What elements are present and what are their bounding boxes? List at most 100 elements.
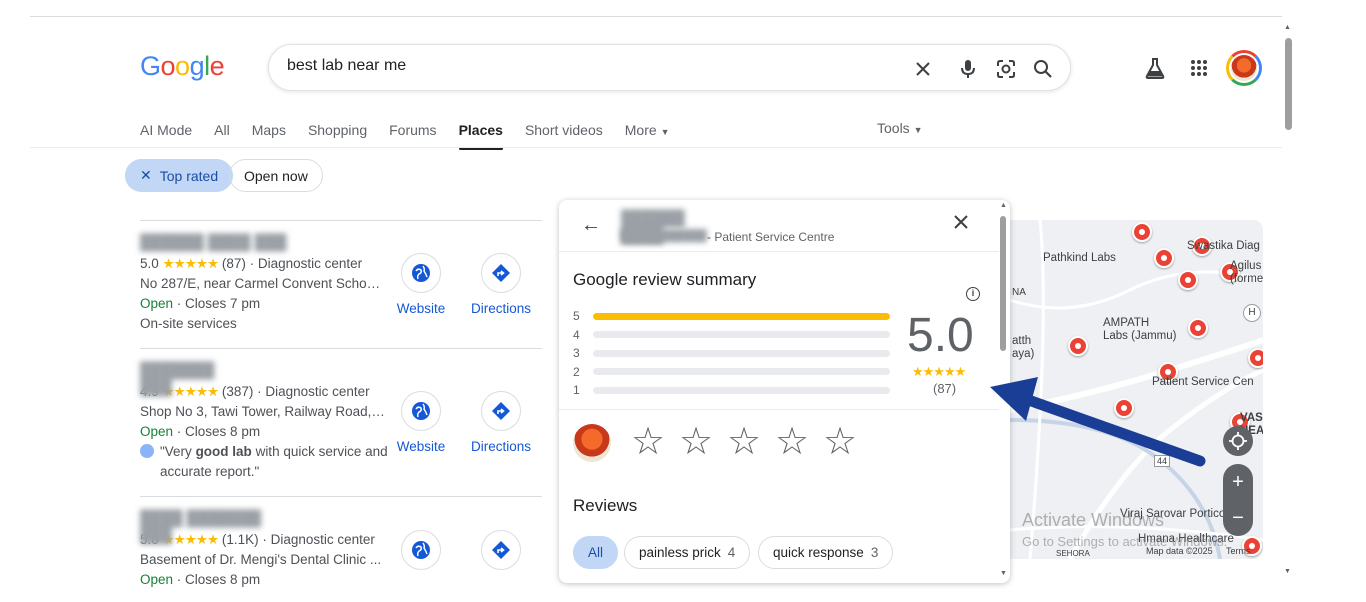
histogram-row: 4 bbox=[573, 326, 890, 345]
map-pin[interactable] bbox=[1248, 348, 1263, 368]
review-filter-quick-response[interactable]: quick response 3 bbox=[758, 536, 894, 569]
map-pin[interactable] bbox=[1132, 222, 1152, 242]
mic-icon[interactable] bbox=[956, 57, 980, 81]
activate-windows-hint: Go to Settings to activate Windows. bbox=[1022, 534, 1228, 549]
map-pin[interactable] bbox=[1154, 248, 1174, 268]
rate-star-5[interactable]: ☆ bbox=[823, 423, 857, 461]
close-icon[interactable] bbox=[953, 214, 969, 235]
rating-line: 4.9 ★★★★★ (387) · Diagnostic center bbox=[140, 384, 370, 399]
place-extra: On-site services bbox=[140, 316, 237, 331]
review-snippet-line2: accurate report." bbox=[160, 464, 260, 479]
rate-star-4[interactable]: ☆ bbox=[775, 423, 809, 461]
search-tabs: AI Mode All Maps Shopping Forums Places … bbox=[140, 120, 691, 150]
google-logo[interactable]: Google bbox=[140, 51, 225, 82]
tab-maps[interactable]: Maps bbox=[252, 120, 286, 148]
back-arrow-icon[interactable]: ← bbox=[581, 214, 601, 237]
directions-icon bbox=[481, 530, 521, 570]
scroll-down-icon[interactable]: ▼ bbox=[1000, 570, 1007, 577]
reviews-heading: Reviews bbox=[573, 496, 638, 515]
map-pin[interactable] bbox=[1068, 336, 1088, 356]
tab-more-label: More bbox=[624, 122, 657, 138]
tabs-divider bbox=[30, 147, 1282, 148]
chip-label: Open now bbox=[244, 167, 308, 184]
scroll-up-icon[interactable]: ▲ bbox=[1000, 202, 1007, 209]
rate-star-2[interactable]: ☆ bbox=[679, 423, 713, 461]
tab-shopping[interactable]: Shopping bbox=[308, 120, 367, 148]
directions-button[interactable]: Directions bbox=[466, 253, 536, 316]
tools-label: Tools bbox=[877, 120, 910, 136]
info-icon[interactable]: i bbox=[966, 287, 980, 301]
scroll-down-icon[interactable]: ▼ bbox=[1284, 568, 1291, 575]
map-label: (formerly bbox=[1230, 273, 1263, 285]
tab-ai-mode[interactable]: AI Mode bbox=[140, 120, 192, 148]
place-hours: Open · Closes 8 pm bbox=[140, 572, 261, 587]
website-button[interactable] bbox=[386, 530, 456, 578]
labs-flask-icon[interactable] bbox=[1142, 55, 1168, 81]
directions-button[interactable] bbox=[466, 530, 536, 578]
histogram-row: 5 bbox=[573, 307, 890, 326]
user-avatar bbox=[573, 424, 611, 462]
place-result[interactable]: ███████ ███ 4.9 ★★★★★ (387) · Diagnostic… bbox=[140, 348, 542, 496]
place-name-redacted: ███████ ███ bbox=[140, 362, 215, 396]
review-summary-title: Google review summary bbox=[573, 270, 757, 289]
map-label: Agilus D bbox=[1230, 260, 1263, 272]
histogram-row: 3 bbox=[573, 344, 890, 363]
close-icon[interactable]: ✕ bbox=[140, 167, 152, 184]
apps-grid-icon[interactable] bbox=[1186, 55, 1212, 81]
rate-star-3[interactable]: ☆ bbox=[727, 423, 761, 461]
search-icon[interactable] bbox=[1031, 57, 1055, 81]
average-rating: 5.0 bbox=[907, 309, 974, 362]
review-filter-painless-prick[interactable]: painless prick 4 bbox=[624, 536, 751, 569]
histogram-row: 1 bbox=[573, 381, 890, 400]
clear-icon[interactable] bbox=[911, 57, 935, 81]
histogram-fill bbox=[593, 312, 890, 320]
rating-line: 5.0 ★★★★★ (87) · Diagnostic center bbox=[140, 256, 363, 271]
page-scrollbar[interactable]: ▲ ▼ bbox=[1284, 24, 1292, 575]
website-button[interactable]: Website bbox=[386, 391, 456, 454]
map-label: VASUK bbox=[1240, 412, 1263, 424]
map-pin[interactable] bbox=[1188, 318, 1208, 338]
website-button[interactable]: Website bbox=[386, 253, 456, 316]
directions-button[interactable]: Directions bbox=[466, 391, 536, 454]
place-location-redacted: ███████████ bbox=[621, 230, 707, 242]
filter-chip-top-rated[interactable]: ✕ Top rated bbox=[125, 159, 234, 192]
place-address: No 287/E, near Carmel Convent School... bbox=[140, 276, 385, 291]
star-rating: ★★★★★ bbox=[912, 364, 966, 379]
tab-places[interactable]: Places bbox=[458, 120, 504, 150]
avatar-image bbox=[1231, 55, 1257, 81]
map-label: atth bbox=[1012, 335, 1032, 347]
caret-down-icon: ▼ bbox=[913, 125, 923, 135]
tools-menu[interactable]: Tools ▼ bbox=[877, 120, 923, 136]
histogram-row: 2 bbox=[573, 363, 890, 382]
card-header: ← ██████ ████ ███████████ - Patient Serv… bbox=[559, 200, 999, 252]
card-scroll-thumb[interactable] bbox=[1000, 216, 1006, 351]
globe-icon bbox=[401, 253, 441, 293]
account-avatar[interactable] bbox=[1226, 50, 1262, 86]
place-result[interactable]: ██████ ████ ███ 5.0 ★★★★★ (87) · Diagnos… bbox=[140, 220, 542, 348]
tab-more[interactable]: More ▼ bbox=[625, 120, 670, 148]
hospital-marker: H bbox=[1243, 304, 1261, 322]
place-type: - Patient Service Centre bbox=[707, 230, 835, 244]
tab-short-videos[interactable]: Short videos bbox=[525, 120, 603, 148]
globe-icon bbox=[401, 530, 441, 570]
map-terms-link[interactable]: Terms bbox=[1226, 546, 1251, 556]
tab-all[interactable]: All bbox=[214, 120, 230, 148]
zoom-out-button[interactable]: − bbox=[1223, 500, 1253, 536]
lens-icon[interactable] bbox=[994, 57, 1018, 81]
tab-forums[interactable]: Forums bbox=[389, 120, 436, 148]
place-review-card: ← ██████ ████ ███████████ - Patient Serv… bbox=[559, 200, 1010, 583]
rate-star-1[interactable]: ☆ bbox=[631, 423, 665, 461]
map-label: NA bbox=[1012, 287, 1026, 298]
search-input[interactable] bbox=[287, 57, 887, 75]
map-pin[interactable] bbox=[1178, 270, 1198, 290]
rate-this-place: ☆ ☆ ☆ ☆ ☆ bbox=[559, 409, 999, 471]
review-filter-all[interactable]: All bbox=[573, 536, 619, 569]
filter-chip-open-now[interactable]: Open now bbox=[229, 159, 323, 192]
place-result[interactable]: ████ ███████ ███ 5.0 ★★★★★ (1.1K) · Diag… bbox=[140, 496, 542, 602]
scroll-up-icon[interactable]: ▲ bbox=[1284, 24, 1291, 31]
place-address: Basement of Dr. Mengi's Dental Clinic ..… bbox=[140, 552, 382, 567]
place-hours: Open · Closes 7 pm bbox=[140, 296, 261, 311]
star-rating: ★★★★★ bbox=[162, 256, 220, 271]
search-box[interactable] bbox=[268, 44, 1071, 91]
page-scroll-thumb[interactable] bbox=[1285, 38, 1292, 130]
